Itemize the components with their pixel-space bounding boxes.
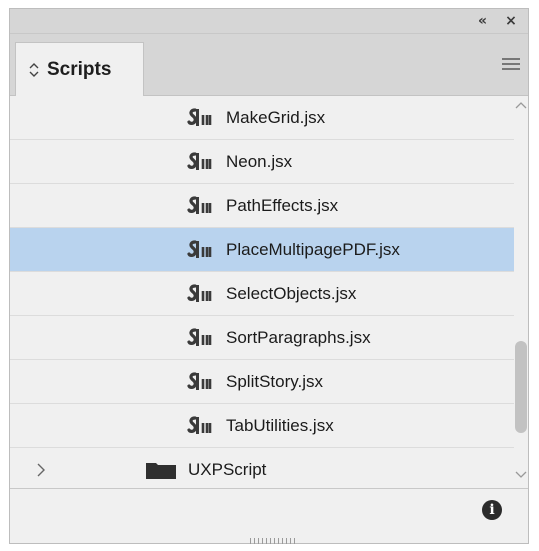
script-name: PathEffects.jsx: [226, 196, 339, 215]
folder-item[interactable]: UXPScript: [10, 448, 514, 488]
script-icon: [186, 107, 216, 129]
close-panel-button[interactable]: ×: [502, 12, 520, 30]
list-item[interactable]: PlaceMultipagePDF.jsx: [10, 228, 514, 272]
vertical-scrollbar[interactable]: [514, 96, 528, 488]
list-item[interactable]: MakeGrid.jsx: [10, 96, 514, 140]
script-icon: [186, 327, 216, 349]
script-icon: [186, 415, 216, 437]
list-item[interactable]: SplitStory.jsx: [10, 360, 514, 404]
panel-title-bar: « ×: [10, 9, 528, 34]
script-icon: [186, 239, 216, 261]
tab-label: Scripts: [47, 58, 112, 80]
scroll-down-icon[interactable]: [514, 468, 528, 482]
folder-name: UXPScript: [188, 460, 267, 479]
list-item[interactable]: PathEffects.jsx: [10, 184, 514, 228]
info-icon[interactable]: i: [482, 500, 502, 520]
tab-scripts[interactable]: Scripts: [15, 42, 144, 96]
scripts-panel: « × Scripts MakeGrid.jsx Neon.jsx PathEffe…: [9, 8, 529, 544]
script-name: MakeGrid.jsx: [226, 108, 326, 127]
scroll-up-icon[interactable]: [514, 98, 528, 112]
script-icon: [186, 283, 216, 305]
panel-footer: i: [10, 488, 528, 532]
list-item[interactable]: SortParagraphs.jsx: [10, 316, 514, 360]
script-icon: [186, 371, 216, 393]
resize-grip[interactable]: [250, 538, 296, 544]
script-name: PlaceMultipagePDF.jsx: [226, 240, 400, 259]
collapse-panel-button[interactable]: «: [472, 12, 490, 30]
list-item[interactable]: Neon.jsx: [10, 140, 514, 184]
panel-menu-button[interactable]: [502, 58, 520, 72]
sort-arrows-icon: [29, 62, 39, 77]
script-name: SelectObjects.jsx: [226, 284, 357, 303]
list-item[interactable]: SelectObjects.jsx: [10, 272, 514, 316]
script-name: Neon.jsx: [226, 152, 293, 171]
script-name: SortParagraphs.jsx: [226, 328, 371, 347]
chevron-right-icon[interactable]: [36, 448, 46, 488]
folder-icon: [145, 460, 177, 480]
scripts-list: MakeGrid.jsx Neon.jsx PathEffects.jsx Place…: [10, 96, 514, 488]
script-name: TabUtilities.jsx: [226, 416, 334, 435]
tab-strip: Scripts: [10, 34, 528, 96]
script-icon: [186, 151, 216, 173]
list-item[interactable]: TabUtilities.jsx: [10, 404, 514, 448]
script-name: SplitStory.jsx: [226, 372, 323, 391]
script-icon: [186, 195, 216, 217]
scroll-thumb[interactable]: [515, 341, 527, 433]
